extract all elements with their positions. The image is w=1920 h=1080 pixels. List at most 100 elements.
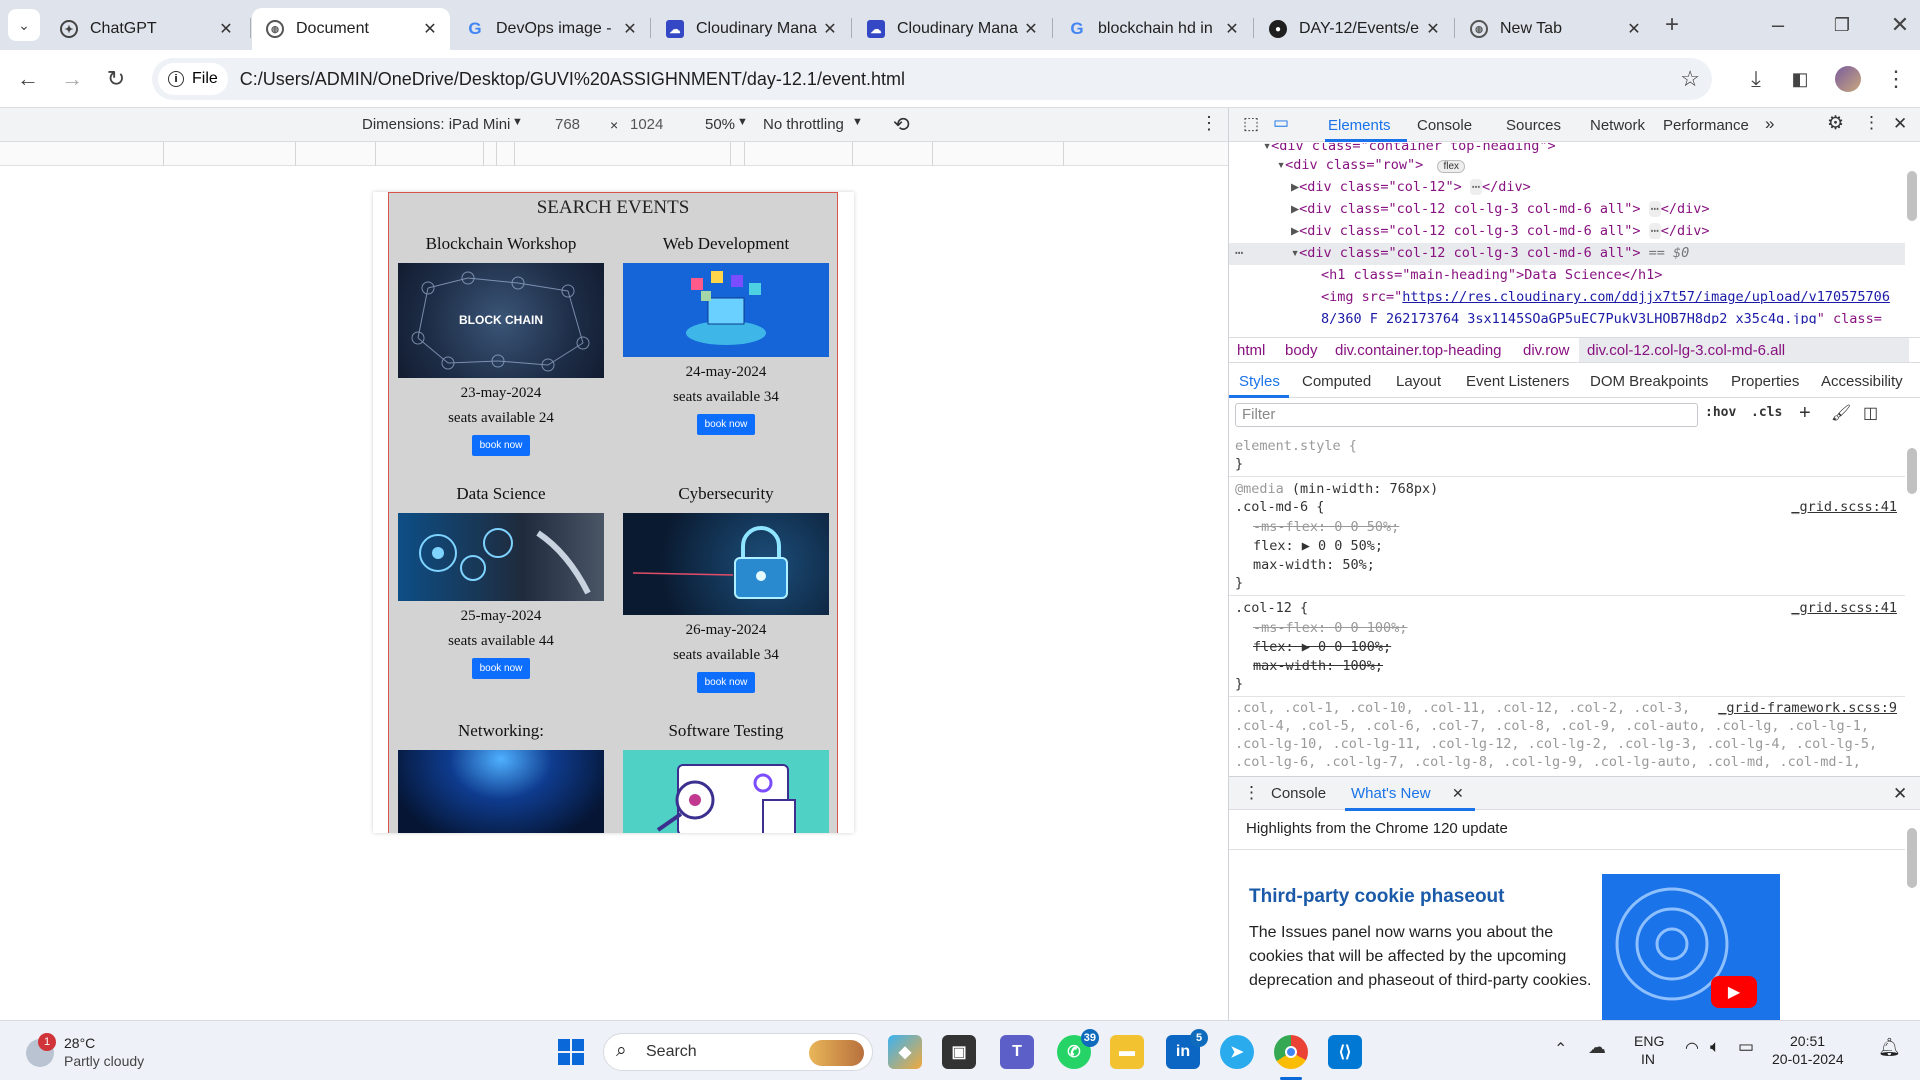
- source-link[interactable]: _grid-framework.scss:9: [1718, 700, 1897, 716]
- tab-layout[interactable]: Layout: [1396, 373, 1441, 390]
- tab-properties[interactable]: Properties: [1731, 373, 1799, 390]
- vscode-icon[interactable]: ⟨⟩: [1328, 1035, 1362, 1069]
- flex-badge[interactable]: flex: [1437, 160, 1466, 173]
- close-icon[interactable]: ✕: [820, 19, 840, 39]
- dom-node[interactable]: " class=: [1817, 311, 1882, 324]
- add-rule-icon[interactable]: +: [1799, 402, 1811, 425]
- breadcrumb-item-selected[interactable]: div.col-12.col-lg-3.col-md-6.all: [1587, 342, 1785, 359]
- more-options-icon[interactable]: ⋮: [1200, 113, 1218, 134]
- menu-dots-icon[interactable]: ⋮: [1880, 63, 1912, 95]
- sidebar-toggle-icon[interactable]: ◫: [1863, 403, 1878, 423]
- close-drawer-icon[interactable]: ✕: [1893, 784, 1907, 804]
- css-selector-list[interactable]: .col-4, .col-5, .col-6, .col-7, .col-8, …: [1235, 718, 1869, 734]
- new-tab-button[interactable]: +: [1656, 9, 1688, 41]
- drawer-tab-whats-new[interactable]: What's New: [1351, 785, 1431, 802]
- volume-icon[interactable]: 🔈︎: [1710, 1037, 1720, 1057]
- tab-github[interactable]: ● DAY-12/Events/e ✕: [1255, 8, 1453, 50]
- tab-devops-image[interactable]: G DevOps image - ✕: [452, 8, 650, 50]
- chevron-up-icon[interactable]: ⌃: [1554, 1039, 1567, 1059]
- css-declaration[interactable]: -ms-flex: 0 0 50%;: [1253, 519, 1399, 535]
- battery-icon[interactable]: ▭: [1738, 1037, 1754, 1057]
- breadcrumb-item[interactable]: html: [1237, 342, 1265, 359]
- close-window-button[interactable]: ✕: [1884, 9, 1916, 41]
- dom-node[interactable]: <img src=": [1321, 289, 1402, 305]
- dom-node[interactable]: <h1 class="main-heading">Data Science</h…: [1321, 267, 1662, 283]
- teams-icon[interactable]: T: [1000, 1035, 1034, 1069]
- tab-dom-breakpoints[interactable]: DOM Breakpoints: [1590, 373, 1708, 390]
- tab-styles[interactable]: Styles: [1239, 373, 1280, 390]
- element-style-selector[interactable]: element.style {: [1235, 438, 1357, 454]
- book-now-button[interactable]: book now: [696, 672, 756, 693]
- more-tabs-icon[interactable]: »: [1765, 114, 1774, 134]
- css-selector[interactable]: .col-12 {: [1235, 600, 1308, 616]
- taskbar-search-box[interactable]: ⌕ Search: [603, 1033, 873, 1071]
- telegram-icon[interactable]: ➤: [1220, 1035, 1254, 1069]
- back-button[interactable]: ←: [12, 63, 44, 95]
- url-text[interactable]: C:/Users/ADMIN/OneDrive/Desktop/GUVI%20A…: [240, 69, 905, 90]
- book-now-button[interactable]: book now: [471, 435, 531, 456]
- whatsapp-icon[interactable]: ✆ 39: [1057, 1029, 1099, 1069]
- tab-event-listeners[interactable]: Event Listeners: [1466, 373, 1569, 390]
- dimensions-select[interactable]: Dimensions: iPad Mini: [362, 116, 510, 133]
- rotate-icon[interactable]: ⟲: [893, 112, 910, 137]
- clock-time[interactable]: 20:51: [1790, 1033, 1825, 1049]
- onedrive-icon[interactable]: ☁: [1588, 1037, 1606, 1058]
- minimize-button[interactable]: –: [1762, 9, 1794, 41]
- close-icon[interactable]: ✕: [1021, 19, 1041, 39]
- css-selector[interactable]: .col-md-6 {: [1235, 499, 1324, 515]
- site-info-chip[interactable]: i File: [158, 63, 228, 95]
- dom-node[interactable]: <div class="col-12 col-lg-3 col-md-6 all…: [1299, 201, 1640, 217]
- address-bar[interactable]: i File C:/Users/ADMIN/OneDrive/Desktop/G…: [152, 58, 1712, 100]
- css-declaration[interactable]: max-width: 100%;: [1253, 658, 1383, 674]
- dom-node[interactable]: <div class="col-12">: [1299, 179, 1462, 195]
- height-input[interactable]: 1024: [630, 116, 663, 133]
- filter-input[interactable]: Filter: [1235, 403, 1698, 427]
- dom-node[interactable]: <div class="col-12 col-lg-3 col-md-6 all…: [1299, 223, 1640, 239]
- drawer-menu-icon[interactable]: ⋮: [1243, 783, 1260, 803]
- breadcrumb-item[interactable]: div.container.top-heading: [1335, 342, 1502, 359]
- breadcrumb-item[interactable]: div.row: [1523, 342, 1569, 359]
- dom-node[interactable]: <div class="row">: [1285, 157, 1423, 173]
- tab-sources[interactable]: Sources: [1506, 117, 1561, 134]
- dom-node-selected[interactable]: <div class="col-12 col-lg-3 col-md-6 all…: [1299, 245, 1640, 261]
- dom-node[interactable]: <div class="container top-heading">: [1271, 143, 1555, 154]
- close-icon[interactable]: ✕: [420, 19, 440, 39]
- reload-button[interactable]: ↻: [100, 63, 132, 95]
- width-input[interactable]: 768: [555, 116, 580, 133]
- css-selector-list[interactable]: .col, .col-1, .col-10, .col-11, .col-12,…: [1235, 700, 1690, 716]
- throttling-select[interactable]: No throttling: [763, 116, 844, 133]
- close-icon[interactable]: ✕: [1624, 19, 1644, 39]
- tab-cloudinary-2[interactable]: ☁ Cloudinary Mana ✕: [853, 8, 1051, 50]
- source-link[interactable]: _grid.scss:41: [1791, 600, 1897, 616]
- close-tab-icon[interactable]: ✕: [1452, 785, 1464, 802]
- css-declaration[interactable]: max-width: 50%;: [1253, 557, 1375, 573]
- notification-bell-icon[interactable]: 🔔︎: [1878, 1037, 1901, 1058]
- device-toggle-icon[interactable]: ▭: [1273, 113, 1289, 133]
- book-now-button[interactable]: book now: [471, 658, 531, 679]
- play-icon[interactable]: ▶: [1711, 976, 1757, 1008]
- css-declaration[interactable]: flex: ▶ 0 0 100%;: [1253, 639, 1391, 655]
- file-explorer-icon[interactable]: ▬: [1110, 1035, 1144, 1069]
- tab-chatgpt[interactable]: ✦ ChatGPT ✕: [46, 8, 246, 50]
- source-link[interactable]: _grid.scss:41: [1791, 499, 1897, 515]
- side-panel-icon[interactable]: ◧: [1784, 63, 1816, 95]
- tab-search-button[interactable]: ⌄: [8, 9, 40, 41]
- close-icon[interactable]: ✕: [620, 19, 640, 39]
- forward-button[interactable]: →: [56, 63, 88, 95]
- hov-toggle[interactable]: :hov: [1705, 405, 1736, 420]
- css-declaration[interactable]: flex: ▶ 0 0 50%;: [1253, 538, 1383, 554]
- copilot-icon[interactable]: ◆: [888, 1035, 922, 1069]
- tab-blockchain[interactable]: G blockchain hd in ✕: [1054, 8, 1252, 50]
- restore-button[interactable]: ❐: [1826, 9, 1858, 41]
- drawer-tab-console[interactable]: Console: [1271, 785, 1326, 802]
- css-declaration[interactable]: -ms-flex: 0 0 100%;: [1253, 620, 1407, 636]
- image-src-link[interactable]: https://res.cloudinary.com/ddjjx7t57/ima…: [1402, 289, 1890, 305]
- close-icon[interactable]: ✕: [216, 19, 236, 39]
- zoom-select[interactable]: 50%: [705, 116, 735, 133]
- tab-cloudinary-1[interactable]: ☁ Cloudinary Mana ✕: [652, 8, 850, 50]
- wifi-icon[interactable]: ◠: [1685, 1038, 1699, 1058]
- book-now-button[interactable]: book now: [696, 414, 756, 435]
- whats-new-title[interactable]: Third-party cookie phaseout: [1249, 886, 1504, 908]
- tab-console[interactable]: Console: [1417, 117, 1472, 134]
- css-selector-list[interactable]: .col-lg-10, .col-lg-11, .col-lg-12, .col…: [1235, 736, 1877, 752]
